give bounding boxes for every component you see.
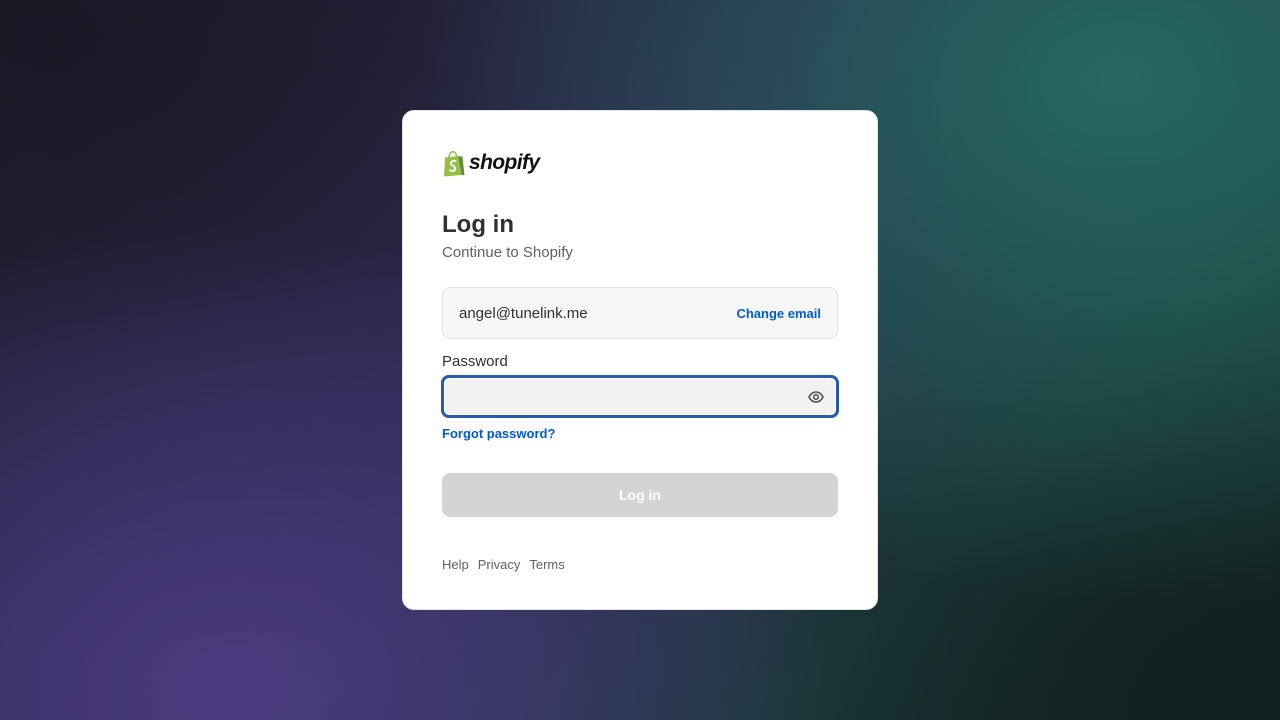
shopify-logo: shopify bbox=[442, 150, 838, 178]
login-card: shopify Log in Continue to Shopify angel… bbox=[402, 110, 878, 610]
footer-privacy-link[interactable]: Privacy bbox=[478, 557, 521, 572]
password-field-wrapper bbox=[441, 375, 839, 418]
password-input[interactable] bbox=[441, 375, 839, 418]
forgot-password-link[interactable]: Forgot password? bbox=[442, 426, 555, 441]
brand-wordmark: shopify bbox=[469, 151, 540, 174]
email-display: angel@tunelink.me Change email bbox=[442, 287, 838, 339]
shopify-bag-icon bbox=[444, 151, 465, 177]
email-value: angel@tunelink.me bbox=[459, 304, 588, 322]
page-title: Log in bbox=[442, 211, 514, 238]
footer-links: Help Privacy Terms bbox=[442, 557, 838, 572]
change-email-link[interactable]: Change email bbox=[736, 306, 821, 321]
footer-help-link[interactable]: Help bbox=[442, 557, 469, 572]
password-label: Password bbox=[442, 353, 508, 370]
footer-terms-link[interactable]: Terms bbox=[529, 557, 564, 572]
eye-icon[interactable] bbox=[808, 389, 824, 405]
page-subtitle: Continue to Shopify bbox=[442, 244, 573, 261]
login-button[interactable]: Log in bbox=[442, 473, 838, 517]
